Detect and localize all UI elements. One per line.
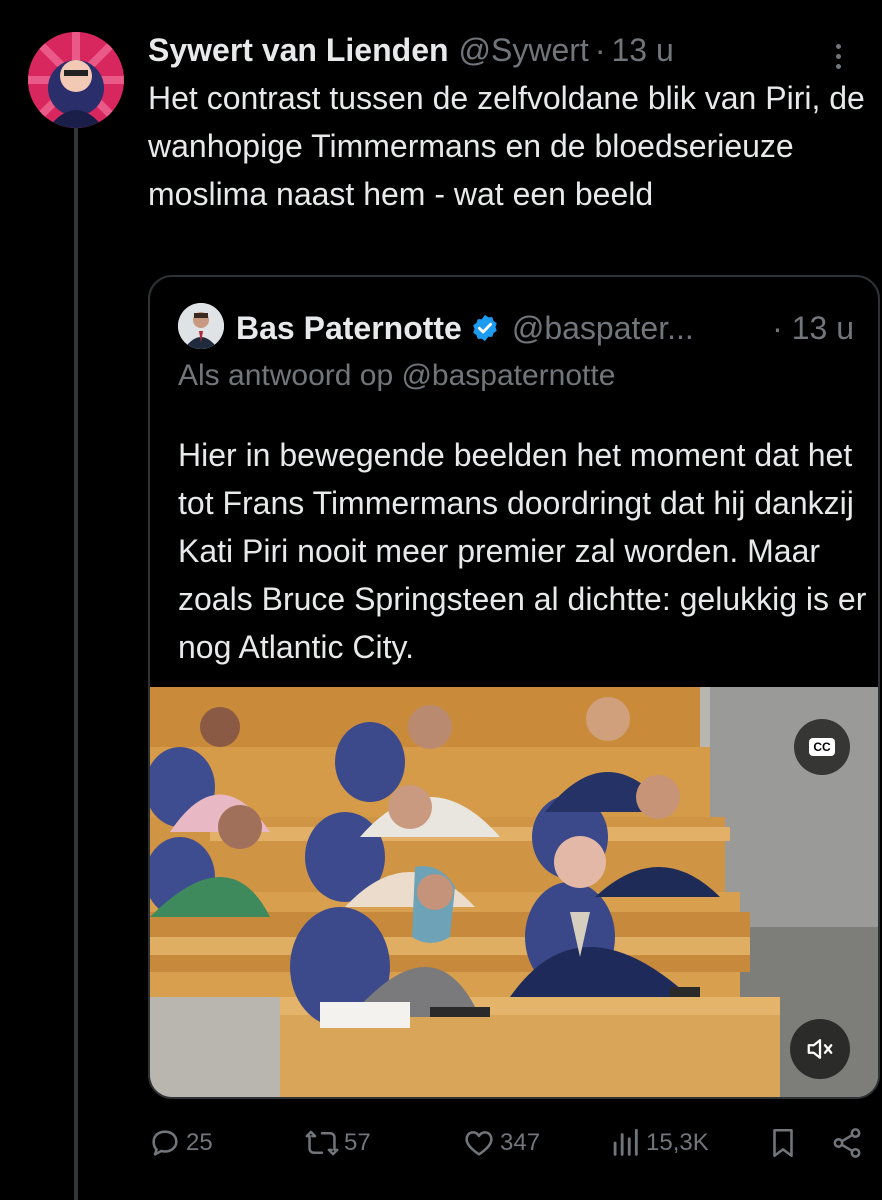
like-button[interactable]: 347	[462, 1126, 540, 1160]
quote-author-name[interactable]: Bas Paternotte	[236, 310, 462, 347]
more-icon[interactable]	[824, 36, 852, 76]
author-name[interactable]: Sywert van Lienden	[148, 32, 449, 69]
avatar-image	[28, 32, 124, 128]
views-icon	[613, 1128, 638, 1156]
bookmark-icon	[773, 1128, 793, 1158]
mute-icon	[807, 1039, 833, 1059]
author-avatar[interactable]	[28, 32, 124, 128]
cc-icon: CC	[809, 738, 835, 756]
quoted-tweet[interactable]: Bas Paternotte @baspater... · 13 u Als a…	[148, 275, 880, 1099]
action-bar: 25 57 347 15,3K	[148, 1118, 882, 1168]
separator: ·	[594, 31, 606, 68]
repost-button[interactable]: 57	[304, 1126, 371, 1160]
quote-text: Hier in bewegende beelden het moment dat…	[178, 437, 867, 665]
quote-avatar-image	[178, 303, 224, 349]
share-button[interactable]	[830, 1126, 864, 1160]
share-icon	[833, 1128, 861, 1158]
video-player[interactable]: CC	[150, 687, 878, 1097]
reply-count: 25	[186, 1129, 213, 1156]
mute-button[interactable]	[790, 1019, 850, 1079]
bookmark-button[interactable]	[766, 1126, 800, 1160]
repost-icon	[305, 1130, 339, 1156]
quote-author-avatar[interactable]	[178, 303, 224, 349]
cc-button[interactable]: CC	[794, 719, 850, 775]
author-handle[interactable]: @Sywert	[459, 32, 589, 69]
verified-icon	[473, 314, 497, 342]
views-count: 15,3K	[646, 1129, 709, 1156]
reply-to-label: Als antwoord op @baspaternotte	[178, 359, 616, 392]
tweet-header: Sywert van Lienden @Sywert · 13 u	[148, 28, 862, 72]
quote-author-handle[interactable]: @baspater...	[512, 310, 772, 347]
thread-line	[74, 128, 78, 1200]
like-icon	[465, 1131, 493, 1156]
views-button[interactable]: 15,3K	[608, 1126, 709, 1160]
reply-button[interactable]: 25	[148, 1126, 213, 1160]
tweet-time[interactable]: 13 u	[611, 32, 673, 69]
reply-icon	[152, 1130, 178, 1156]
tweet-text: Het contrast tussen de zelfvoldane blik …	[148, 80, 865, 212]
repost-count: 57	[344, 1129, 371, 1156]
video-frame	[150, 687, 878, 1097]
like-count: 347	[500, 1129, 541, 1156]
quote-time[interactable]: · 13 u	[772, 310, 854, 347]
quote-header: Bas Paternotte @baspater... · 13 u	[236, 305, 854, 351]
